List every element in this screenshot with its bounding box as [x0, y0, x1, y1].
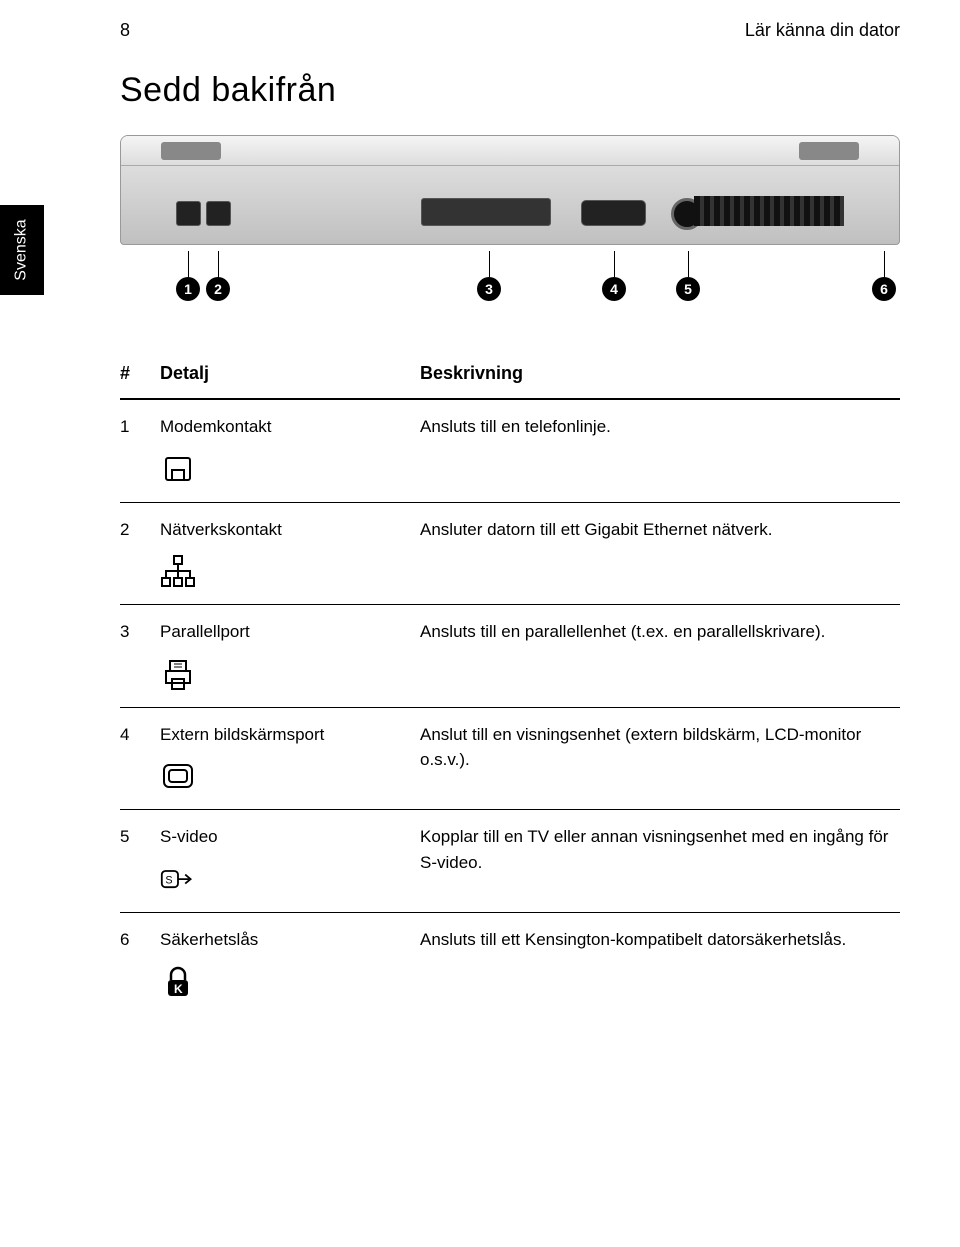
row-num: 5 — [120, 824, 160, 850]
header-detail: Detalj — [160, 363, 420, 384]
external-monitor-icon — [160, 759, 196, 795]
laptop-rear-illustration — [120, 135, 900, 245]
row-detail: S-video — [160, 827, 218, 846]
row-desc: Ansluter datorn till ett Gigabit Etherne… — [420, 517, 900, 543]
callout-5: 5 — [676, 277, 700, 301]
row-detail: Nätverkskontakt — [160, 520, 282, 539]
row-num: 2 — [120, 517, 160, 543]
table-row: 1 Modemkontakt Ansluts till en telefonli… — [120, 400, 900, 503]
chapter-title: Lär känna din dator — [745, 20, 900, 41]
row-desc: Kopplar till en TV eller annan visningse… — [420, 824, 900, 875]
page-number: 8 — [120, 20, 130, 41]
row-detail: Extern bildskärmsport — [160, 725, 324, 744]
table-row: 5 S-video S Kopplar till en TV eller ann… — [120, 810, 900, 913]
table-row: 6 Säkerhetslås K Ansluts till ett Kensin… — [120, 913, 900, 1015]
table-row: 3 Parallellport Ansluts till en parallel… — [120, 605, 900, 708]
parallel-printer-icon — [160, 657, 196, 693]
table-header-row: # Detalj Beskrivning — [120, 349, 900, 400]
callout-4: 4 — [602, 277, 626, 301]
language-tab-label: Svenska — [13, 219, 31, 280]
ports-table: # Detalj Beskrivning 1 Modemkontakt Ansl… — [120, 349, 900, 1014]
port-network-illustration — [206, 201, 231, 226]
row-desc: Ansluts till en telefonlinje. — [420, 414, 900, 440]
rear-view-figure: 1 2 3 4 5 6 — [120, 135, 900, 309]
callout-6: 6 — [872, 277, 896, 301]
row-desc: Anslut till en visningsenhet (extern bil… — [420, 722, 900, 773]
row-num: 6 — [120, 927, 160, 953]
svg-text:S: S — [165, 874, 172, 886]
callout-1: 1 — [176, 277, 200, 301]
callout-2: 2 — [206, 277, 230, 301]
port-vent-illustration — [694, 196, 844, 226]
port-vga-illustration — [581, 200, 646, 226]
page-header: 8 Lär känna din dator — [0, 0, 960, 51]
svg-text:K: K — [174, 982, 183, 996]
port-parallel-illustration — [421, 198, 551, 226]
row-num: 3 — [120, 619, 160, 645]
callout-3: 3 — [477, 277, 501, 301]
row-desc: Ansluts till ett Kensington-kompatibelt … — [420, 927, 900, 953]
row-detail: Parallellport — [160, 622, 250, 641]
row-detail: Modemkontakt — [160, 417, 272, 436]
port-modem-illustration — [176, 201, 201, 226]
language-tab: Svenska — [0, 205, 44, 295]
svideo-icon: S — [160, 862, 196, 898]
table-row: 4 Extern bildskärmsport Anslut till en v… — [120, 708, 900, 811]
section-title: Sedd bakifrån — [120, 71, 960, 110]
header-desc: Beskrivning — [420, 363, 900, 384]
kensington-lock-icon: K — [160, 964, 196, 1000]
modem-icon — [160, 452, 196, 488]
row-desc: Ansluts till en parallellenhet (t.ex. en… — [420, 619, 900, 645]
callout-row: 1 2 3 4 5 6 — [120, 249, 900, 309]
row-num: 1 — [120, 414, 160, 440]
row-detail: Säkerhetslås — [160, 930, 258, 949]
table-row: 2 Nätverkskontakt Ansluter datorn till e… — [120, 503, 900, 606]
network-icon — [160, 554, 196, 590]
header-num: # — [120, 363, 160, 384]
row-num: 4 — [120, 722, 160, 748]
